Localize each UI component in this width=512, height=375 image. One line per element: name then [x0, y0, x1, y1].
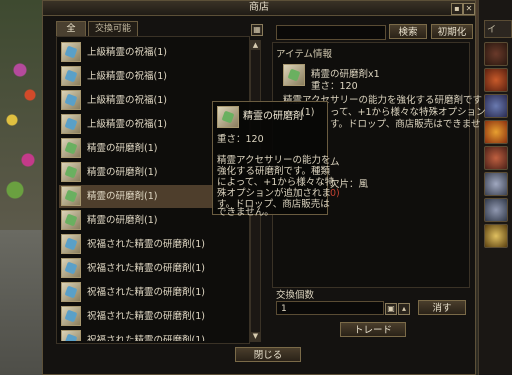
window-titlebar[interactable]: 商店 [43, 1, 475, 16]
blessing-scroll-icon [61, 114, 81, 134]
reset-button[interactable]: 初期化 [431, 24, 473, 39]
scroll-up-icon[interactable]: ▲ [251, 41, 260, 50]
list-item[interactable]: 上級精霊の祝福(1) [59, 65, 249, 88]
trade-button[interactable]: トレード [340, 322, 406, 337]
tooltip-desc-line: できません。 [217, 207, 274, 218]
blessing-scroll-icon [61, 90, 81, 110]
grid-view-icon[interactable]: ▦ [251, 24, 263, 36]
polish-scroll-icon [283, 64, 305, 86]
tooltip-title: 精霊の研磨剤 [243, 111, 303, 122]
scroll-down-icon[interactable]: ▼ [251, 332, 260, 341]
tooltip-count: (1) [301, 107, 315, 118]
tab-exchangeable-label: 交換可能 [94, 24, 131, 34]
list-item-label: 祝福された精霊の研磨剤(1) [87, 287, 205, 298]
blessed-polish-scroll-icon [61, 258, 81, 278]
list-item-label: 精霊の研磨剤(1) [87, 191, 158, 202]
list-item-label: 精霊の研磨剤(1) [87, 167, 158, 178]
close-button-label: 閉じる [253, 350, 283, 361]
item-info-header: アイテム情報 [276, 49, 333, 60]
skill-icon[interactable] [484, 172, 508, 196]
polish-scroll-icon [217, 106, 239, 128]
skill-icon[interactable] [484, 120, 508, 144]
tab-all[interactable]: 全 [56, 21, 86, 36]
quantity-max-icon[interactable]: ▣ [385, 303, 397, 315]
list-item-label: 上級精霊の祝福(1) [87, 119, 167, 130]
skill-icon[interactable] [484, 42, 508, 66]
list-item-label: 祝福された精霊の研磨剤(1) [87, 335, 205, 341]
blessed-polish-scroll-icon [61, 306, 81, 326]
list-item-label: 精霊の研磨剤(1) [87, 143, 158, 154]
window-title: 商店 [249, 2, 269, 13]
skill-icon[interactable] [484, 198, 508, 222]
blessed-polish-scroll-icon [61, 282, 81, 302]
minimize-icon[interactable]: ▪ [451, 3, 463, 15]
list-item[interactable]: 祝福された精霊の研磨剤(1) [59, 257, 249, 280]
search-input[interactable] [276, 25, 386, 40]
polish-scroll-icon [61, 210, 81, 230]
blessing-scroll-icon [61, 66, 81, 86]
list-item[interactable]: 上級精霊の祝福(1) [59, 41, 249, 64]
quantity-value: 1 [281, 304, 287, 314]
polish-scroll-icon [61, 186, 81, 206]
list-item-label: 祝福された精霊の研磨剤(1) [87, 311, 205, 322]
tab-all-label: 全 [66, 24, 76, 34]
list-item-label: 上級精霊の祝福(1) [87, 47, 167, 58]
trade-button-label: トレード [353, 325, 392, 336]
list-item[interactable]: 祝福された精霊の研磨剤(1) [59, 233, 249, 256]
list-item[interactable]: 祝福された精霊の研磨剤(1) [59, 305, 249, 328]
info-partial-text: ム [330, 157, 340, 168]
blessed-polish-scroll-icon [61, 234, 81, 254]
item-description: す。ドロップ、商店販売はできませ [330, 119, 481, 130]
list-item-label: 祝福された精霊の研磨剤(1) [87, 239, 205, 250]
skill-icon[interactable] [484, 68, 508, 92]
list-item[interactable]: 祝福された精霊の研磨剤(1) [59, 281, 249, 304]
polish-scroll-icon [61, 138, 81, 158]
skill-icon[interactable] [484, 146, 508, 170]
side-panel-tab-label: イ [487, 25, 497, 35]
exchange-count-label: 交換個数 [276, 290, 315, 301]
list-item[interactable]: 祝福された精霊の研磨剤(1) [59, 329, 249, 341]
blessing-scroll-icon [61, 42, 81, 62]
close-icon[interactable]: ✕ [463, 3, 475, 15]
list-item-label: 上級精霊の祝福(1) [87, 71, 167, 82]
list-item-label: 祝福された精霊の研磨剤(1) [87, 263, 205, 274]
skill-icon[interactable] [484, 224, 508, 248]
item-weight: 重さ：120 [311, 81, 358, 92]
skill-icon[interactable] [484, 94, 508, 118]
info-partial-text: 0) [330, 188, 340, 199]
quantity-stepper-icon[interactable]: ▴ [398, 303, 410, 315]
list-item-label: 精霊の研磨剤(1) [87, 215, 158, 226]
search-button-label: 検索 [398, 27, 418, 38]
polish-scroll-icon [61, 162, 81, 182]
reset-button-label: 初期化 [437, 27, 467, 38]
side-panel-tab[interactable]: イ [484, 20, 512, 38]
search-button[interactable]: 検索 [389, 24, 427, 39]
tab-exchangeable[interactable]: 交換可能 [88, 21, 138, 36]
blessed-polish-scroll-icon [61, 330, 81, 341]
close-button[interactable]: 閉じる [235, 347, 301, 362]
clear-button[interactable]: 消す [418, 300, 466, 315]
item-tooltip: 精霊の研磨剤 (1) 重さ：120 精霊アクセサリーの能力を 強化する研磨剤です… [212, 101, 334, 218]
list-item-label: 上級精霊の祝福(1) [87, 95, 167, 106]
clear-button-label: 消す [432, 303, 452, 314]
tooltip-weight: 重さ：120 [217, 134, 264, 145]
quantity-input[interactable]: 1 [276, 301, 384, 315]
